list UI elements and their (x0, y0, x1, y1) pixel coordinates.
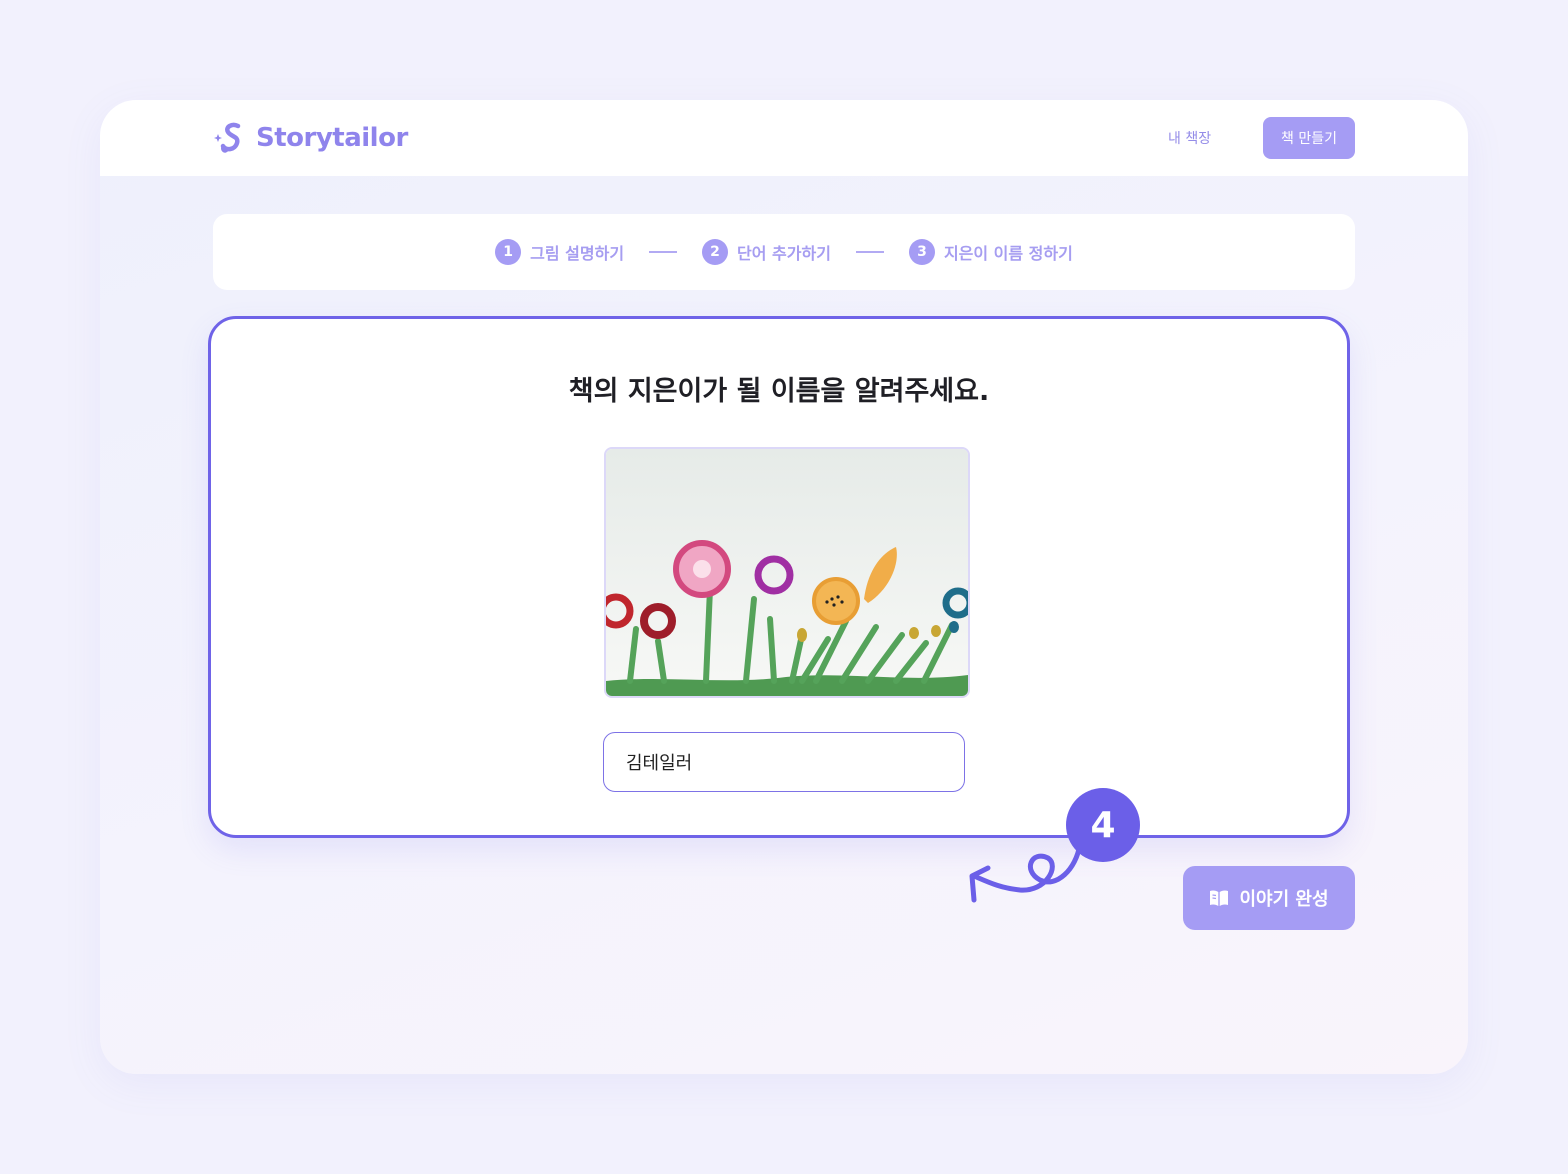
step-1: 1 그림 설명하기 (495, 239, 624, 265)
sparkle-s-logo-icon (214, 122, 241, 153)
open-book-icon (1210, 890, 1229, 906)
complete-story-label: 이야기 완성 (1239, 889, 1329, 910)
author-name-input[interactable] (603, 732, 965, 792)
step-3: 3 지은이 이름 정하기 (908, 239, 1073, 265)
step-number: 3 (908, 239, 935, 265)
logo-text: Storytailor (256, 123, 408, 153)
page-title: 책의 지은이가 될 이름을 알려주세요. (568, 376, 990, 407)
app-window: Storytailor 내 책장 책 만들기 1 그림 설명하기 2 단어 추가… (100, 100, 1468, 1074)
top-navbar: Storytailor 내 책장 책 만들기 (100, 100, 1468, 176)
step-number: 1 (495, 239, 522, 265)
complete-story-button[interactable]: 이야기 완성 (1183, 866, 1355, 930)
step-divider (855, 251, 884, 253)
step-divider (649, 251, 678, 253)
step-label: 단어 추가하기 (737, 244, 831, 263)
step-label: 지은이 이름 정하기 (943, 244, 1073, 263)
child-drawing-image (604, 447, 970, 698)
logo[interactable]: Storytailor (212, 120, 408, 156)
step-number: 2 (702, 239, 729, 265)
step-callout-badge: 4 (1066, 788, 1140, 862)
curly-arrow-icon (969, 841, 1083, 903)
create-book-button[interactable]: 책 만들기 (1263, 117, 1355, 159)
step-label: 그림 설명하기 (530, 244, 625, 263)
my-shelf-link[interactable]: 내 책장 (1168, 128, 1211, 148)
step-indicator: 1 그림 설명하기 2 단어 추가하기 3 지은이 이름 정하기 (213, 214, 1355, 290)
step-2: 2 단어 추가하기 (702, 239, 831, 265)
author-name-card: 책의 지은이가 될 이름을 알려주세요. (208, 316, 1350, 838)
